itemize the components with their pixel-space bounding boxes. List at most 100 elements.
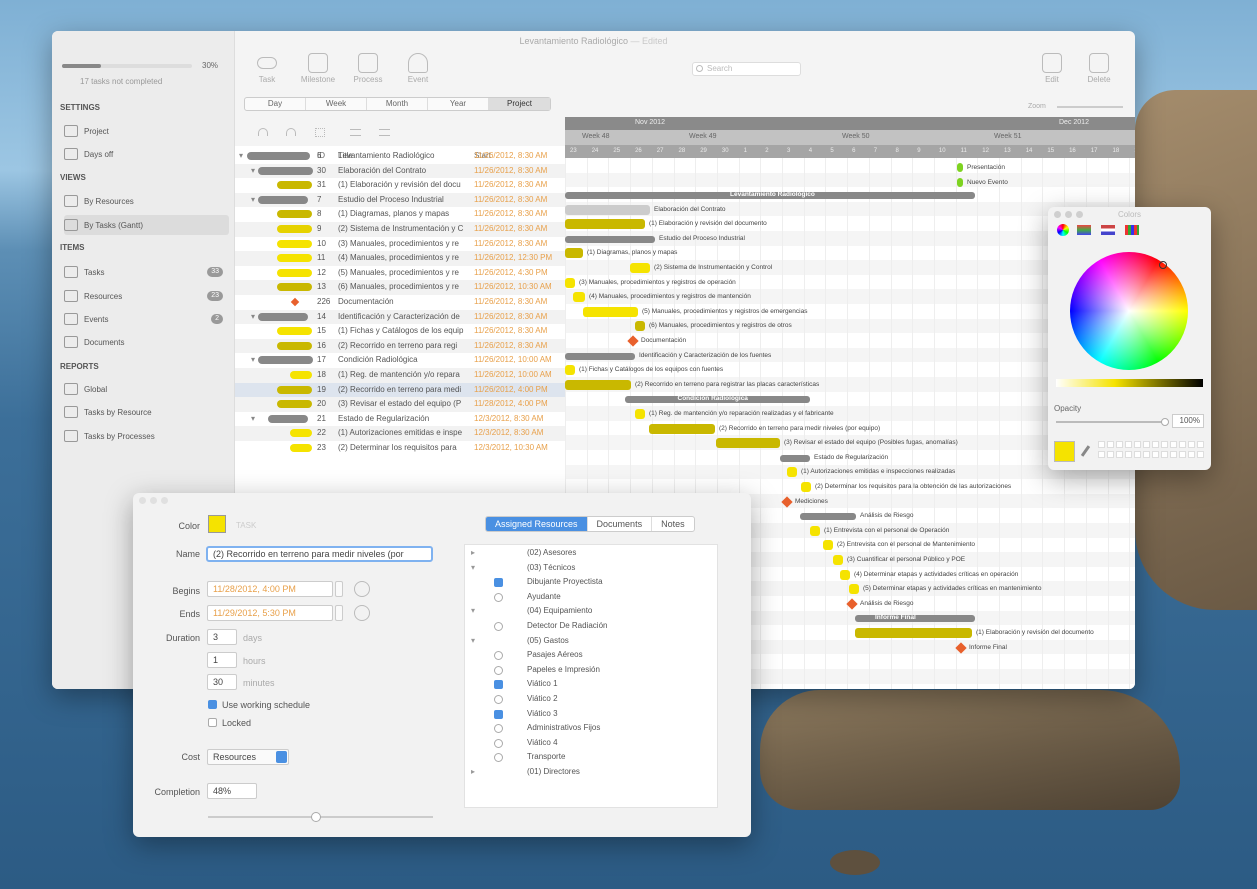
table-row[interactable]: 15 (1) Fichas y Catálogos de los equip 11/… <box>235 324 565 339</box>
table-row[interactable]: ▾ 14 Identificación y Caracterización de 11… <box>235 309 565 325</box>
minimize-inspector-button[interactable] <box>150 497 157 504</box>
event-marker[interactable] <box>957 163 963 172</box>
disclosure-triangle-icon[interactable]: ▾ <box>239 149 243 164</box>
color-palettes-tab-icon[interactable] <box>1101 225 1115 235</box>
duration-minutes-field[interactable]: 30 <box>207 674 237 690</box>
gantt-bar[interactable] <box>635 409 645 419</box>
redo-icon[interactable] <box>286 128 296 136</box>
color-wheel[interactable] <box>1070 252 1188 370</box>
gantt-bar[interactable] <box>849 584 859 595</box>
resource-checkbox[interactable] <box>494 665 503 675</box>
disclosure-triangle-icon[interactable]: ▾ <box>251 193 255 208</box>
disclosure-triangle-icon[interactable]: ▾ <box>251 412 255 427</box>
gantt-bar[interactable] <box>565 219 645 230</box>
gantt-bar[interactable] <box>801 482 811 492</box>
tab-assigned-resources[interactable]: Assigned Resources <box>486 517 587 531</box>
saved-color-slot[interactable] <box>1197 451 1204 458</box>
sidebar-item-resources[interactable]: Resources 23 <box>64 286 229 306</box>
duration-hours-field[interactable]: 1 <box>207 652 237 668</box>
resource-checkbox[interactable] <box>494 753 503 763</box>
undo-icon[interactable] <box>258 128 268 136</box>
gantt-bar[interactable] <box>583 306 638 317</box>
table-row[interactable]: ▾ 21 Estado de Regularización 12/3/2012, 8:… <box>235 412 565 427</box>
color-sliders-tab-icon[interactable] <box>1077 225 1091 235</box>
opacity-slider[interactable] <box>1056 418 1169 426</box>
gantt-bar[interactable] <box>810 525 820 536</box>
table-row[interactable]: 12 (5) Manuales, procedimientos y re 11/26… <box>235 266 565 281</box>
grid-icon[interactable] <box>315 128 325 137</box>
brightness-slider[interactable] <box>1056 379 1203 387</box>
table-row[interactable]: ▾ 17 Condición Radiológica 11/26/2012, 10:0… <box>235 353 565 368</box>
table-row[interactable]: 20 (3) Revisar el estado del equipo (P 11/… <box>235 397 565 412</box>
indent-icon[interactable] <box>379 129 390 136</box>
sidebar-item-days-off[interactable]: Days off <box>64 144 229 164</box>
locked-checkbox[interactable] <box>208 718 217 727</box>
working-schedule-checkbox[interactable] <box>208 700 217 709</box>
color-well[interactable] <box>208 515 226 533</box>
table-row[interactable]: 8 (1) Diagramas, planos y mapas 11/26/2012… <box>235 207 565 222</box>
saved-color-slot[interactable] <box>1134 451 1141 458</box>
task-name-input[interactable]: (2) Recorrido en terreno para medir nive… <box>206 546 433 562</box>
table-row[interactable]: ▾ 7 Estudio del Proceso Industrial 11/26/20… <box>235 192 565 208</box>
gantt-bar[interactable] <box>565 277 575 288</box>
table-row[interactable]: 23 (2) Determinar los requisitos para 12/3… <box>235 441 565 456</box>
saved-color-slot[interactable] <box>1125 441 1132 448</box>
gantt-bar[interactable] <box>833 555 843 565</box>
saved-color-slot[interactable] <box>1098 451 1105 458</box>
disclosure-triangle-icon[interactable]: ▾ <box>471 563 475 572</box>
saved-color-slot[interactable] <box>1179 441 1186 448</box>
view-year[interactable]: Year <box>428 98 489 110</box>
resource-checkbox[interactable] <box>494 695 503 704</box>
disclosure-triangle-icon[interactable]: ▾ <box>251 353 255 368</box>
saved-color-slot[interactable] <box>1179 451 1186 458</box>
gantt-bar[interactable] <box>565 365 575 376</box>
resource-checkbox[interactable] <box>494 592 503 602</box>
edit-button[interactable]: Edit <box>1032 53 1072 84</box>
view-day[interactable]: Day <box>245 98 306 110</box>
saved-color-slot[interactable] <box>1098 441 1105 448</box>
eyedropper-icon[interactable] <box>1080 445 1091 457</box>
saved-color-slot[interactable] <box>1143 441 1150 448</box>
gantt-bar[interactable] <box>573 292 585 303</box>
table-row[interactable]: 18 (1) Reg. de mantención y/o repara 11/26… <box>235 368 565 383</box>
gantt-bar[interactable] <box>565 204 650 215</box>
tab-notes[interactable]: Notes <box>651 517 694 531</box>
disclosure-triangle-icon[interactable]: ▾ <box>251 310 255 325</box>
begins-clock-icon[interactable] <box>354 581 370 597</box>
saved-color-slot[interactable] <box>1116 451 1123 458</box>
resource-checkbox[interactable] <box>494 724 503 734</box>
ends-date-field[interactable]: 11/29/2012, 5:30 PM <box>207 605 333 621</box>
disclosure-triangle-icon[interactable]: ▸ <box>471 548 475 557</box>
ends-stepper[interactable] <box>335 605 343 621</box>
resource-checkbox[interactable] <box>494 680 503 690</box>
gantt-bar[interactable] <box>800 513 856 521</box>
saved-color-slot[interactable] <box>1143 451 1150 458</box>
saved-color-slot[interactable] <box>1107 441 1114 448</box>
gantt-bar[interactable] <box>565 379 631 390</box>
sidebar-item-tasks[interactable]: Tasks 33 <box>64 262 229 282</box>
sidebar-item-by-resources[interactable]: By Resources <box>64 191 229 211</box>
add-task-button[interactable]: Task <box>247 53 287 84</box>
tab-documents[interactable]: Documents <box>586 517 652 531</box>
search-input[interactable]: Search <box>692 62 801 76</box>
resource-checkbox[interactable] <box>494 738 503 748</box>
sidebar-item-global[interactable]: Global <box>64 379 229 399</box>
gantt-bar[interactable] <box>787 467 797 478</box>
table-row[interactable]: 22 (1) Autorizaciones emitidas e inspe 12/… <box>235 426 565 441</box>
resource-checkbox[interactable] <box>494 578 503 588</box>
gantt-bar[interactable] <box>855 628 972 638</box>
table-row[interactable]: 19 (2) Recorrido en terreno para medi 11/2… <box>235 382 565 398</box>
sidebar-item-tasks-by-resource[interactable]: Tasks by Resource <box>64 402 229 422</box>
disclosure-triangle-icon[interactable]: ▸ <box>471 767 475 776</box>
gantt-bar[interactable] <box>649 423 715 434</box>
completion-slider-thumb[interactable] <box>311 812 321 822</box>
duration-days-field[interactable]: 3 <box>207 629 237 645</box>
table-row[interactable]: 9 (2) Sistema de Instrumentación y C 11/26… <box>235 222 565 237</box>
event-marker[interactable] <box>957 178 963 187</box>
view-week[interactable]: Week <box>306 98 367 110</box>
saved-color-slot[interactable] <box>1152 451 1159 458</box>
saved-color-slot[interactable] <box>1170 451 1177 458</box>
disclosure-triangle-icon[interactable]: ▾ <box>251 164 255 179</box>
saved-color-slot[interactable] <box>1161 451 1168 458</box>
zoom-slider[interactable] <box>1057 106 1123 108</box>
